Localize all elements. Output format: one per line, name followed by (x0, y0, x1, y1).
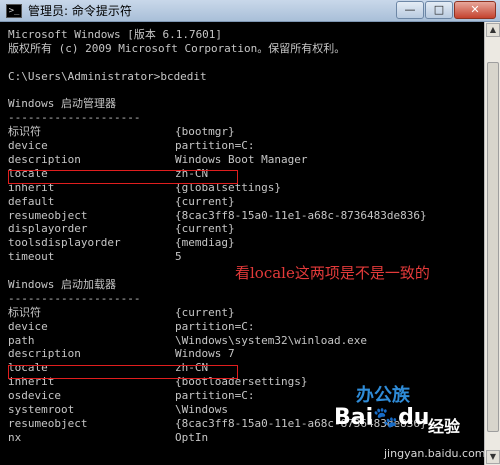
console-output[interactable]: Microsoft Windows [版本 6.1.7601] 版权所有 (c)… (0, 22, 484, 465)
entry-key: toolsdisplayorder (8, 236, 121, 250)
entry-row: path \Windows\system32\winload.exe (8, 334, 484, 348)
entry-key: device (8, 319, 48, 333)
entry-row: description Windows 7 (8, 347, 484, 361)
entry-row: toolsdisplayorder {memdiag} (8, 236, 484, 250)
entry-row: systemroot \Windows (8, 403, 484, 417)
entry-row: default {current} (8, 195, 484, 209)
entry-key: locale (8, 361, 48, 375)
entry-value: {current} (175, 194, 235, 208)
entry-row: 标识符 {current} (8, 306, 484, 320)
entry-row: locale zh-CN (8, 167, 484, 181)
entry-value: zh-CN (175, 166, 209, 180)
console-icon: >_ (6, 3, 22, 18)
section-rule: -------------------- (8, 291, 141, 305)
entry-key: device (8, 139, 48, 153)
window-controls: — □ ✕ (395, 1, 496, 19)
entry-key: default (8, 194, 55, 208)
entry-value: partition=C: (175, 139, 255, 153)
console-line: 版权所有 (c) 2009 Microsoft Corporation。保留所有… (8, 41, 346, 55)
annotation-note: 看locale这两项是不是一致的 (235, 264, 430, 282)
entry-value: 5 (175, 250, 182, 264)
entry-row: locale zh-CN (8, 361, 484, 375)
entry-key: 标识符 (8, 125, 41, 139)
entry-key: description (8, 347, 81, 361)
entry-row: nx OptIn (8, 431, 484, 445)
entry-key: resumeobject (8, 208, 88, 222)
entry-value: {bootloadersettings} (175, 375, 308, 389)
console-line: C:\Users\Administrator>bcdedit (8, 69, 207, 83)
entry-key: locale (8, 166, 48, 180)
entry-value: {current} (175, 222, 235, 236)
entry-row: displayorder {current} (8, 222, 484, 236)
entry-key: description (8, 153, 81, 167)
vertical-scrollbar[interactable]: ▲ ▼ (484, 22, 500, 465)
entry-row: osdevice partition=C: (8, 389, 484, 403)
entry-value: \Windows\system32\winload.exe (175, 333, 368, 347)
entry-row: 标识符 {bootmgr} (8, 125, 484, 139)
entry-key: inherit (8, 180, 55, 194)
entry-value: \Windows (175, 403, 228, 417)
entry-value: Windows 7 (175, 347, 235, 361)
entry-value: {8cac3ff8-15a0-11e1-a68c-8736483de836} (175, 208, 427, 222)
entry-row: resumeobject {8cac3ff8-15a0-11e1-a68c-873… (8, 417, 484, 431)
entry-key: displayorder (8, 222, 88, 236)
entry-value: Windows Boot Manager (175, 153, 308, 167)
section-rule: -------------------- (8, 111, 141, 125)
entry-key: nx (8, 430, 22, 444)
console-line: Microsoft Windows [版本 6.1.7601] (8, 28, 223, 41)
entry-key: 标识符 (8, 305, 41, 319)
entry-value: {memdiag} (175, 236, 235, 250)
command-prompt-window: >_ 管理员: 命令提示符 — □ ✕ Microsoft Windows [版… (0, 0, 500, 465)
section-title-boot-manager: Windows 启动管理器 (8, 97, 116, 111)
entry-key: systemroot (8, 403, 75, 417)
entry-row: description Windows Boot Manager (8, 153, 484, 167)
minimize-button[interactable]: — (396, 1, 424, 19)
entry-value: {8cac3ff8-15a0-11e1-a68c-8736483de836} (175, 416, 427, 430)
entry-key: timeout (8, 250, 55, 264)
entry-key: osdevice (8, 389, 61, 403)
window-title: 管理员: 命令提示符 (28, 4, 132, 18)
entry-row: inherit {bootloadersettings} (8, 375, 484, 389)
entry-row: device partition=C: (8, 320, 484, 334)
title-bar[interactable]: >_ 管理员: 命令提示符 — □ ✕ (0, 0, 500, 22)
entry-value: partition=C: (175, 319, 255, 333)
entry-row: resumeobject {8cac3ff8-15a0-11e1-a68c-873… (8, 209, 484, 223)
scroll-up-arrow-icon[interactable]: ▲ (486, 23, 500, 37)
entry-key: path (8, 333, 35, 347)
entry-value: {current} (175, 305, 235, 319)
entry-key: resumeobject (8, 416, 88, 430)
scrollbar-thumb[interactable] (487, 62, 499, 432)
close-button[interactable]: ✕ (454, 1, 496, 19)
entry-value: {bootmgr} (175, 125, 235, 139)
entry-key: inherit (8, 375, 55, 389)
entry-row: device partition=C: (8, 139, 484, 153)
entry-value: zh-CN (175, 361, 209, 375)
scroll-down-arrow-icon[interactable]: ▼ (486, 450, 500, 464)
entry-row: inherit {globalsettings} (8, 181, 484, 195)
entry-value: OptIn (175, 430, 209, 444)
entry-value: partition=C: (175, 389, 255, 403)
entry-value: {globalsettings} (175, 180, 281, 194)
maximize-button[interactable]: □ (425, 1, 453, 19)
